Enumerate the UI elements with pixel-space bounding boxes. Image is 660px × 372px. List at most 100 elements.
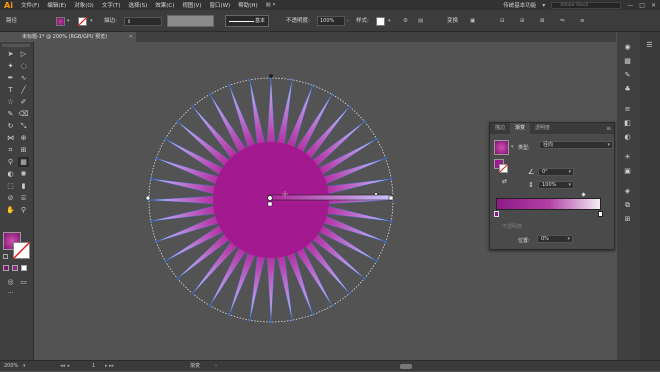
anchor-point[interactable] bbox=[331, 304, 333, 307]
variable-width-profile[interactable] bbox=[167, 15, 214, 27]
gradient-annotator-bar[interactable] bbox=[267, 194, 393, 201]
close-icon[interactable]: ✕ bbox=[651, 2, 656, 9]
gradient-icon[interactable]: ▦ bbox=[18, 157, 29, 167]
stroke-color-box[interactable] bbox=[13, 242, 30, 259]
direct-select-icon[interactable]: ▷ bbox=[18, 49, 29, 59]
anchor-point[interactable] bbox=[209, 93, 211, 96]
arrange-docs-icon[interactable]: ▦ ▾ bbox=[262, 2, 280, 8]
align-icon[interactable]: ▤ bbox=[418, 16, 423, 26]
brushes-icon[interactable]: ✎ bbox=[622, 70, 633, 80]
chevron-down-icon[interactable]: ▾ bbox=[90, 16, 93, 26]
mesh-icon[interactable]: ⊞ bbox=[18, 145, 29, 155]
maximize-icon[interactable]: □ bbox=[639, 2, 645, 9]
paintbrush-icon[interactable]: ✐ bbox=[18, 97, 29, 107]
rotate-icon[interactable]: ↻ bbox=[5, 121, 16, 131]
stroke-icon[interactable]: ≡ bbox=[622, 104, 633, 114]
stroke-swatch[interactable] bbox=[78, 17, 87, 26]
anchor-point[interactable] bbox=[149, 220, 152, 223]
aspect-ratio-field[interactable]: 100% ▾ bbox=[538, 181, 574, 189]
brush-definition-dropdown[interactable]: 基本 bbox=[225, 15, 269, 27]
panel-menu-icon[interactable]: ≡ bbox=[580, 16, 585, 26]
panel-menu-icon[interactable]: ≡ bbox=[606, 123, 611, 134]
pen-icon[interactable]: ✒ bbox=[5, 73, 16, 83]
eraser-icon[interactable]: ⌫ bbox=[18, 109, 29, 119]
transparency-icon[interactable]: ◐ bbox=[622, 132, 633, 142]
stock-search-input[interactable]: Adobe Stock bbox=[551, 1, 622, 9]
anchor-point[interactable] bbox=[375, 138, 378, 140]
gradient-stop-left[interactable] bbox=[494, 211, 499, 217]
menu-window[interactable]: 窗口(W) bbox=[205, 1, 234, 9]
sunburst-ray[interactable] bbox=[266, 77, 276, 149]
properties-icon[interactable]: ☰ bbox=[644, 40, 655, 50]
stroke-weight-field[interactable]: ⇕ bbox=[124, 17, 162, 26]
hand-icon[interactable]: ✋ bbox=[5, 205, 16, 215]
swatches-icon[interactable]: ▦ bbox=[622, 56, 633, 66]
chevron-down-icon[interactable]: ▾ bbox=[388, 16, 391, 26]
anchor-point[interactable] bbox=[164, 260, 167, 262]
minimize-icon[interactable]: — bbox=[627, 2, 633, 9]
gradient-origin-handle[interactable] bbox=[267, 195, 273, 201]
anchor-point[interactable] bbox=[291, 319, 294, 322]
asset-export-icon[interactable]: ⊞ bbox=[622, 214, 633, 224]
anchor-point[interactable] bbox=[248, 78, 251, 81]
color-icon[interactable]: ◉ bbox=[622, 42, 633, 52]
anchor-point[interactable] bbox=[176, 120, 179, 123]
gradient-end-handle[interactable] bbox=[388, 195, 394, 201]
tab-transparency[interactable]: 透明度 bbox=[530, 123, 555, 134]
gradient-thumbnail[interactable] bbox=[494, 140, 509, 155]
anchor-point[interactable] bbox=[331, 93, 333, 96]
graphic-styles-icon[interactable]: ▣ bbox=[622, 166, 633, 176]
magic-wand-icon[interactable]: ✦ bbox=[5, 61, 16, 71]
gradient-mode-icon[interactable] bbox=[12, 265, 18, 271]
anchor-point[interactable] bbox=[228, 84, 231, 87]
menu-edit[interactable]: 编辑(E) bbox=[43, 1, 70, 9]
gradient-midpoint-marker[interactable] bbox=[581, 192, 586, 197]
slice-icon[interactable]: ⊘ bbox=[5, 193, 16, 203]
pencil-icon[interactable]: ✎ bbox=[5, 109, 16, 119]
sunburst-ray[interactable] bbox=[148, 195, 220, 205]
tab-stroke[interactable]: 描边 bbox=[490, 123, 510, 134]
anchor-point[interactable] bbox=[155, 240, 158, 243]
page-number[interactable]: 1 bbox=[92, 361, 95, 372]
artboard-icon[interactable]: ⬚ bbox=[5, 181, 16, 191]
chevron-down-icon[interactable]: ▾ bbox=[542, 2, 545, 9]
selection-tool-icon[interactable]: ➤ bbox=[5, 49, 16, 59]
horizontal-scrollbar[interactable] bbox=[400, 364, 412, 369]
gradient-panel-icon[interactable]: ◧ bbox=[622, 118, 633, 128]
chevron-down-icon[interactable]: ▾ bbox=[23, 361, 26, 372]
isolate-icon[interactable]: ▣ bbox=[470, 16, 475, 26]
anchor-point[interactable] bbox=[363, 277, 366, 280]
anchor-point[interactable] bbox=[384, 157, 387, 160]
zoom-icon[interactable]: ⚲ bbox=[18, 205, 29, 215]
menu-effect[interactable]: 效果(C) bbox=[151, 1, 178, 9]
layers-icon[interactable]: ◈ bbox=[622, 186, 633, 196]
sunburst-ray[interactable] bbox=[266, 251, 276, 323]
anchor-point[interactable] bbox=[228, 313, 231, 316]
chevron-down-icon[interactable]: ▾ bbox=[67, 16, 70, 26]
tab-gradient[interactable]: 渐变 bbox=[510, 123, 531, 134]
zoom-level[interactable]: 200% bbox=[4, 361, 18, 372]
anchor-point[interactable] bbox=[209, 304, 211, 307]
artboards-icon[interactable]: ⧉ bbox=[622, 200, 633, 210]
shape-builder-icon[interactable]: ⊕ bbox=[18, 133, 29, 143]
stroke-mini-swatch[interactable] bbox=[499, 164, 508, 173]
gradient-stop-right[interactable] bbox=[598, 211, 603, 217]
menu-help[interactable]: 帮助(H) bbox=[234, 1, 261, 9]
anchor-point[interactable] bbox=[164, 138, 167, 140]
reverse-gradient-icon[interactable]: ⇄ bbox=[502, 178, 507, 185]
anchor-point[interactable] bbox=[270, 321, 272, 323]
scale-icon[interactable]: ⤡ bbox=[18, 121, 29, 131]
document-tab[interactable]: 未标题-1* @ 200% (RGB/GPU 预览) ✕ bbox=[16, 32, 136, 42]
toolbar-grip[interactable] bbox=[2, 44, 30, 47]
lasso-icon[interactable]: ◌ bbox=[18, 61, 29, 71]
angle-field[interactable]: 0° ▾ bbox=[538, 168, 574, 176]
default-colors-icon[interactable] bbox=[3, 254, 8, 259]
chevron-right-icon[interactable]: › bbox=[347, 16, 349, 26]
anchor-point[interactable] bbox=[375, 260, 378, 262]
screen-mode-icon[interactable]: ▭ bbox=[18, 277, 29, 287]
bbox-handle-left[interactable] bbox=[145, 195, 151, 201]
anchor-point[interactable] bbox=[363, 120, 366, 123]
perspective-icon[interactable]: ⌗ bbox=[5, 145, 16, 155]
anchor-point[interactable] bbox=[291, 78, 294, 81]
anchor-point[interactable] bbox=[390, 220, 393, 223]
